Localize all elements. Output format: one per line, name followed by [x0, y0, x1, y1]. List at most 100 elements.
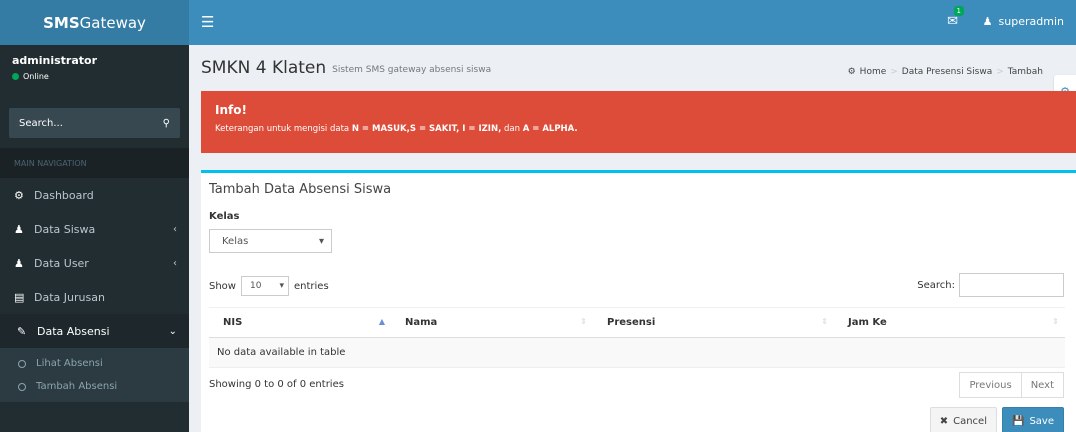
- sidebar-item-data-absensi[interactable]: ✎ Data Absensi ⌄: [0, 314, 189, 348]
- form-actions: ✖ Cancel 💾 Save: [929, 407, 1064, 432]
- edit-icon: ✎: [17, 324, 27, 338]
- circle-icon: [18, 359, 26, 368]
- sidebar-item-label: Data Absensi: [37, 324, 110, 338]
- table-search: Search:: [917, 273, 1064, 297]
- column-header-nis[interactable]: NIS ▲: [209, 307, 391, 338]
- cancel-label: Cancel: [953, 415, 987, 427]
- caret-down-icon: ▾: [318, 235, 324, 247]
- app-logo[interactable]: SMS Gateway: [0, 0, 189, 45]
- subitem-label: Lihat Absensi: [36, 358, 103, 369]
- column-label: Jam Ke: [848, 317, 887, 328]
- callout-text-alpha: A = ALPHA.: [522, 124, 578, 134]
- breadcrumb-current: Tambah: [1007, 67, 1043, 77]
- cancel-icon: ✖: [939, 415, 949, 427]
- sort-asc-icon: ▲: [378, 317, 385, 326]
- sidebar-subitem-tambah-absensi[interactable]: Tambah Absensi: [0, 375, 189, 398]
- column-label: Presensi: [607, 317, 656, 328]
- breadcrumb-home[interactable]: Home: [860, 67, 887, 77]
- table-info: Showing 0 to 0 of 0 entries: [209, 379, 344, 390]
- mail-count-badge: 1: [953, 6, 964, 16]
- dashboard-icon: ⚙: [847, 67, 856, 77]
- status-text: Online: [23, 72, 49, 81]
- kelas-label: Kelas: [209, 211, 240, 222]
- user-menu[interactable]: ♟ superadmin: [983, 15, 1064, 28]
- kelas-select[interactable]: Kelas ▾: [209, 229, 332, 253]
- sidebar: administrator Online Search... ⚲ MAIN NA…: [0, 45, 189, 432]
- sidebar-item-data-jurusan[interactable]: ▤ Data Jurusan: [0, 280, 189, 314]
- chevron-down-icon: ⌄: [168, 325, 177, 337]
- nav-header: MAIN NAVIGATION: [0, 148, 189, 178]
- callout-title: Info!: [215, 103, 247, 117]
- search-icon[interactable]: ⚲: [163, 118, 170, 129]
- mail-icon[interactable]: ✉ 1: [947, 6, 964, 29]
- callout-text: Keterangan untuk mengisi data N = MASUK,…: [215, 124, 1062, 134]
- chevron-left-icon: ‹: [173, 257, 177, 269]
- absensi-table: NIS ▲ Nama ⇕ Presensi ⇕ Jam Ke ⇕ No data ava…: [209, 307, 1065, 368]
- search-placeholder: Search...: [19, 117, 63, 129]
- sidebar-user-name: administrator: [12, 54, 98, 67]
- sort-icon: ⇕: [580, 317, 587, 326]
- table-row: No data available in table: [209, 337, 1065, 368]
- show-label: Show: [209, 280, 236, 292]
- callout-text-mid: dan: [501, 124, 523, 134]
- subitem-label: Tambah Absensi: [36, 381, 118, 392]
- sidebar-search-input[interactable]: Search... ⚲: [9, 108, 180, 138]
- sidebar-item-label: Dashboard: [34, 188, 94, 202]
- logo-text: Gateway: [79, 13, 146, 32]
- info-callout: Info! Keterangan untuk mengisi data N = …: [201, 91, 1076, 153]
- callout-text-codes: N = MASUK,S = SAKIT, I = IZIN,: [351, 124, 502, 134]
- breadcrumb-separator: >: [996, 67, 1004, 77]
- user-icon: ♟: [982, 15, 993, 28]
- pagination: Previous Next: [959, 372, 1064, 398]
- institution-icon: ▤: [14, 290, 25, 304]
- user-name: superadmin: [998, 15, 1064, 28]
- previous-button[interactable]: Previous: [959, 372, 1022, 398]
- absensi-submenu: Lihat Absensi Tambah Absensi: [0, 348, 189, 402]
- logo-bold: SMS: [43, 13, 80, 32]
- online-dot-icon: [12, 73, 19, 80]
- circle-icon: [18, 382, 26, 391]
- table-search-input[interactable]: [959, 273, 1064, 297]
- page-length-value: 10: [249, 281, 262, 291]
- breadcrumb-data-presensi[interactable]: Data Presensi Siswa: [902, 67, 992, 77]
- search-label: Search:: [917, 279, 955, 291]
- kelas-select-value: Kelas: [222, 235, 249, 247]
- callout-text-prefix: Keterangan untuk mengisi data: [215, 124, 352, 134]
- save-button[interactable]: 💾 Save: [1002, 407, 1064, 432]
- page-title: SMKN 4 Klaten: [201, 57, 327, 78]
- page-length-control: Show 10 ▾ entries: [209, 276, 329, 296]
- chevron-left-icon: ‹: [173, 223, 177, 235]
- sort-icon: ⇕: [821, 317, 828, 326]
- entries-label: entries: [293, 280, 329, 292]
- save-icon: 💾: [1012, 415, 1025, 427]
- column-header-jam-ke[interactable]: Jam Ke ⇕: [834, 307, 1065, 338]
- sidebar-item-data-user[interactable]: ♟ Data User ‹: [0, 246, 189, 280]
- box-title: Tambah Data Absensi Siswa: [209, 182, 392, 197]
- cancel-button[interactable]: ✖ Cancel: [929, 407, 997, 432]
- caret-down-icon: ▾: [279, 281, 284, 291]
- page-subtitle: Sistem SMS gateway absensi siswa: [332, 64, 492, 75]
- empty-table-message: No data available in table: [209, 337, 1065, 368]
- user-status: Online: [12, 72, 177, 81]
- sort-icon: ⇕: [1052, 317, 1059, 326]
- user-panel: administrator Online: [0, 45, 189, 97]
- page-length-select[interactable]: 10 ▾: [240, 276, 289, 296]
- dashboard-icon: ⚙: [14, 188, 24, 202]
- sidebar-item-data-siswa[interactable]: ♟ Data Siswa ‹: [0, 212, 189, 246]
- form-box: Tambah Data Absensi Siswa Kelas Kelas ▾ …: [201, 170, 1076, 432]
- menu-toggle-icon[interactable]: ☰: [201, 13, 214, 31]
- save-label: Save: [1029, 415, 1054, 427]
- column-header-presensi[interactable]: Presensi ⇕: [593, 307, 834, 338]
- breadcrumb: ⚙ Home > Data Presensi Siswa > Tambah: [848, 67, 1043, 77]
- students-icon: ♟: [14, 222, 24, 236]
- column-label: NIS: [223, 317, 243, 328]
- sidebar-item-label: Data User: [34, 256, 89, 270]
- column-label: Nama: [405, 317, 438, 328]
- sidebar-item-dashboard[interactable]: ⚙ Dashboard: [0, 178, 189, 212]
- content-wrapper: SMKN 4 Klaten Sistem SMS gateway absensi…: [189, 45, 1076, 432]
- sidebar-item-label: Data Siswa: [34, 222, 96, 236]
- column-header-nama[interactable]: Nama ⇕: [391, 307, 593, 338]
- sidebar-item-label: Data Jurusan: [34, 290, 105, 304]
- sidebar-subitem-lihat-absensi[interactable]: Lihat Absensi: [0, 352, 189, 375]
- next-button[interactable]: Next: [1021, 372, 1064, 398]
